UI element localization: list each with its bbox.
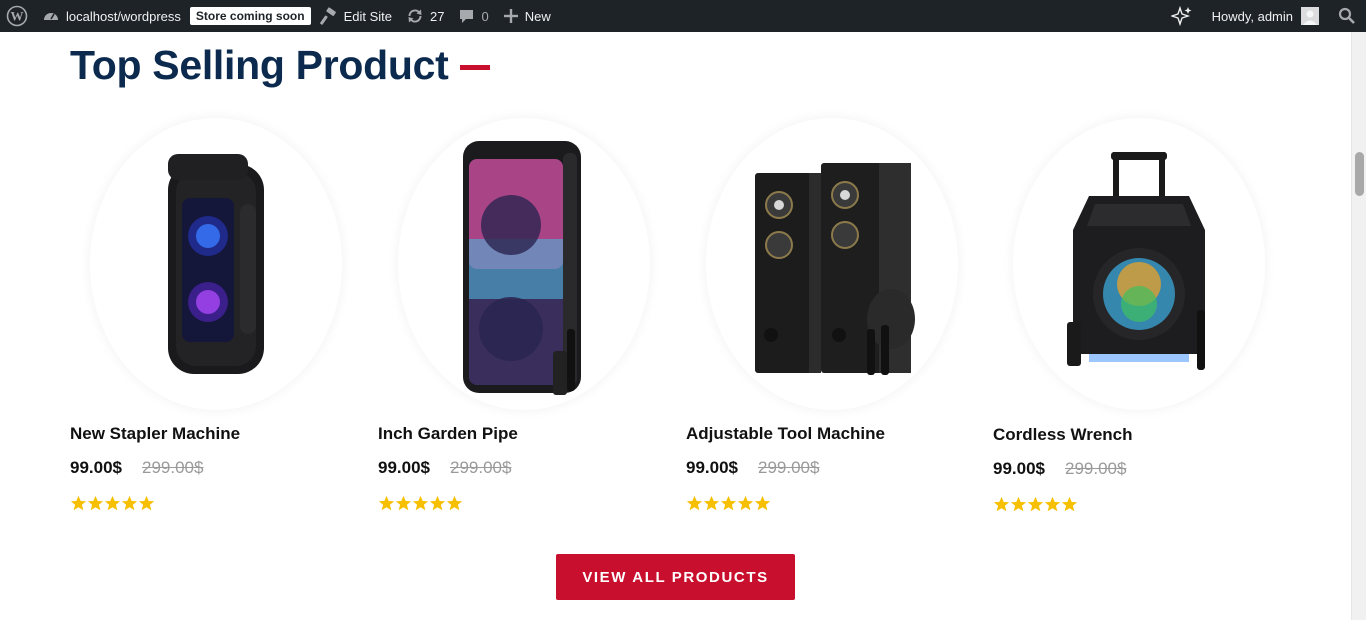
comments-link[interactable]: 0 [451, 0, 495, 32]
wordpress-menu[interactable]: W [0, 0, 35, 32]
greeting: Howdy, admin [1211, 8, 1293, 24]
product-card: New Stapler Machine 99.00$ 299.00$ [70, 118, 362, 511]
star-icon [378, 495, 395, 511]
product-image[interactable] [993, 118, 1285, 410]
product-card: Inch Garden Pipe 99.00$ 299.00$ [378, 118, 670, 511]
page-scrollbar[interactable] [1351, 32, 1366, 620]
section-title: Top Selling Product [70, 42, 491, 89]
new-content-link[interactable]: New [496, 0, 558, 32]
updates-link[interactable]: 27 [399, 0, 451, 32]
star-icon [121, 495, 138, 511]
product-card: Adjustable Tool Machine 99.00$ 299.00$ [686, 118, 978, 511]
admin-bar: W localhost/wordpress Store coming soon … [0, 0, 1366, 32]
product-prices: 99.00$ 299.00$ [993, 459, 1126, 479]
new-label: New [524, 8, 551, 24]
svg-text:W: W [11, 9, 24, 24]
product-image[interactable] [70, 118, 362, 410]
product-card: Cordless Wrench 99.00$ 299.00$ [993, 118, 1285, 512]
store-status[interactable]: Store coming soon [188, 0, 313, 32]
product-old-price: 299.00$ [758, 458, 820, 477]
plus-icon [503, 8, 519, 24]
search-button[interactable] [1326, 0, 1366, 32]
product-price: 99.00$ [993, 459, 1045, 478]
product-prices: 99.00$ 299.00$ [378, 458, 511, 478]
product-image[interactable] [686, 118, 978, 410]
star-icon [720, 495, 737, 511]
product-image[interactable] [378, 118, 670, 410]
star-icon [1010, 496, 1027, 512]
star-icon [1061, 496, 1078, 512]
star-icon [1044, 496, 1061, 512]
rating-stars [686, 495, 771, 512]
product-price: 99.00$ [378, 458, 430, 477]
product-name[interactable]: Cordless Wrench [993, 425, 1133, 445]
edit-site-link[interactable]: Edit Site [313, 0, 399, 32]
refresh-icon [406, 7, 424, 25]
view-all-products-button[interactable]: VIEW ALL PRODUCTS [556, 554, 795, 600]
star-icon [703, 495, 720, 511]
sparkle-icon [1170, 5, 1193, 27]
updates-count: 27 [430, 8, 445, 24]
section-title-text: Top Selling Product [70, 42, 449, 88]
edit-site-label: Edit Site [343, 8, 392, 24]
site-name: localhost/wordpress [66, 8, 181, 24]
rating-stars [378, 495, 463, 512]
product-price: 99.00$ [686, 458, 738, 477]
ai-assistant-button[interactable] [1159, 0, 1205, 32]
product-price: 99.00$ [70, 458, 122, 477]
star-icon [412, 495, 429, 511]
product-old-price: 299.00$ [142, 458, 204, 477]
product-name[interactable]: New Stapler Machine [70, 424, 240, 444]
rating-stars [70, 495, 155, 512]
site-name-link[interactable]: localhost/wordpress [35, 0, 188, 32]
star-icon [70, 495, 87, 511]
star-icon [993, 496, 1010, 512]
product-old-price: 299.00$ [1065, 459, 1127, 478]
product-old-price: 299.00$ [450, 458, 512, 477]
avatar [1301, 7, 1319, 25]
search-icon [1338, 7, 1356, 25]
product-prices: 99.00$ 299.00$ [70, 458, 203, 478]
star-icon [395, 495, 412, 511]
star-icon [686, 495, 703, 511]
product-name[interactable]: Adjustable Tool Machine [686, 424, 885, 444]
dashboard-icon [42, 7, 60, 25]
star-icon [104, 495, 121, 511]
product-prices: 99.00$ 299.00$ [686, 458, 819, 478]
store-coming-soon-badge: Store coming soon [189, 7, 311, 25]
comments-count: 0 [481, 8, 489, 24]
hammer-icon [319, 7, 338, 25]
wordpress-logo-icon: W [6, 5, 28, 27]
star-icon [138, 495, 155, 511]
my-account-menu[interactable]: Howdy, admin [1205, 0, 1326, 32]
scrollbar-thumb[interactable] [1355, 152, 1364, 196]
star-icon [446, 495, 463, 511]
star-icon [429, 495, 446, 511]
star-icon [87, 495, 104, 511]
star-icon [754, 495, 771, 511]
star-icon [737, 495, 754, 511]
comment-icon [458, 8, 475, 25]
product-name[interactable]: Inch Garden Pipe [378, 424, 518, 444]
title-accent-dash [460, 65, 491, 70]
rating-stars [993, 496, 1078, 513]
star-icon [1027, 496, 1044, 512]
